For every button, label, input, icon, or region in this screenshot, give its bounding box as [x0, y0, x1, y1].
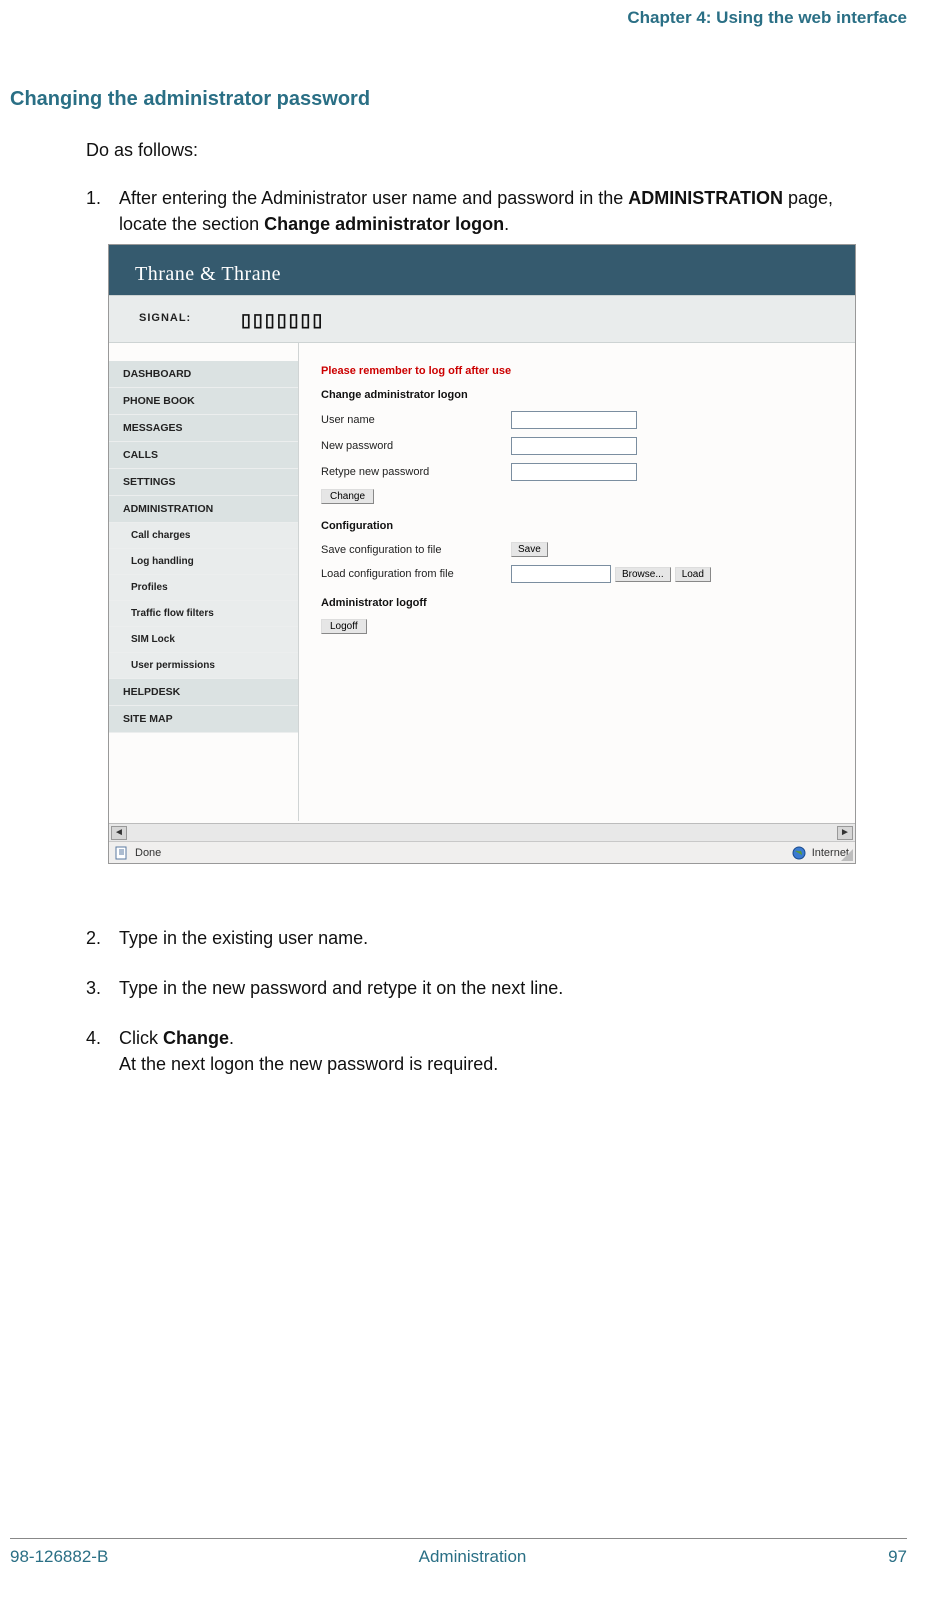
step-3: 3. Type in the new password and retype i…	[86, 976, 879, 1002]
logoff-button[interactable]: Logoff	[321, 619, 367, 634]
sidebar-item-sim-lock[interactable]: SIM Lock	[109, 627, 298, 653]
group-logoff: Administrator logoff	[321, 597, 845, 609]
load-config-label: Load configuration from file	[321, 568, 511, 580]
sidebar-item-dashboard[interactable]: DASHBOARD	[109, 361, 298, 388]
username-input[interactable]	[511, 411, 637, 429]
chapter-header: Chapter 4: Using the web interface	[627, 8, 907, 28]
load-button[interactable]: Load	[675, 567, 711, 582]
signal-band: SIGNAL: ▯▯▯▯▯▯▯	[109, 295, 855, 343]
step-number: 2.	[86, 926, 114, 952]
save-config-label: Save configuration to file	[321, 544, 511, 556]
intro-text: Do as follows:	[86, 140, 198, 161]
status-done: Done	[135, 847, 161, 859]
step-2: 2. Type in the existing user name.	[86, 926, 879, 952]
sidebar-item-phonebook[interactable]: PHONE BOOK	[109, 388, 298, 415]
new-password-input[interactable]	[511, 437, 637, 455]
footer-rule	[10, 1538, 907, 1539]
step-strong: Change	[163, 1028, 229, 1048]
signal-label: SIGNAL:	[139, 312, 191, 324]
scroll-left-icon[interactable]: ◄	[111, 826, 127, 840]
step-4: 4. Click Change. At the next logon the n…	[86, 1026, 879, 1077]
section-title: Changing the administrator password	[10, 88, 370, 111]
app-header: Thrane & Thrane	[109, 245, 855, 295]
sidebar-item-sitemap[interactable]: SITE MAP	[109, 706, 298, 733]
brand-logo: Thrane & Thrane	[135, 263, 281, 286]
step-text: Type in the existing user name.	[119, 926, 879, 952]
step-strong: Change administrator logon	[264, 214, 504, 234]
sidebar-item-profiles[interactable]: Profiles	[109, 575, 298, 601]
screenshot-panel: Thrane & Thrane SIGNAL: ▯▯▯▯▯▯▯ DASHBOAR…	[108, 244, 856, 864]
step-number: 4.	[86, 1026, 114, 1052]
step-number: 3.	[86, 976, 114, 1002]
group-change-logon: Change administrator logon	[321, 389, 845, 401]
username-label: User name	[321, 414, 511, 426]
group-configuration: Configuration	[321, 520, 845, 532]
step-text: At the next logon the new password is re…	[119, 1054, 498, 1074]
sidebar-item-settings[interactable]: SETTINGS	[109, 469, 298, 496]
change-button[interactable]: Change	[321, 489, 374, 504]
step-1: 1. After entering the Administrator user…	[86, 186, 879, 237]
signal-bars-icon: ▯▯▯▯▯▯▯	[241, 310, 324, 331]
page-icon	[115, 846, 129, 860]
step-text: Click	[119, 1028, 163, 1048]
footer-page-number: 97	[888, 1547, 907, 1567]
sidebar: DASHBOARD PHONE BOOK MESSAGES CALLS SETT…	[109, 343, 299, 821]
step-text: Type in the new password and retype it o…	[119, 976, 879, 1002]
globe-icon	[792, 846, 806, 860]
sidebar-item-user-permissions[interactable]: User permissions	[109, 653, 298, 679]
content-pane: Please remember to log off after use Cha…	[299, 343, 855, 821]
sidebar-item-administration[interactable]: ADMINISTRATION	[109, 496, 298, 523]
step-text: .	[229, 1028, 234, 1048]
status-bar: Done Internet	[109, 841, 855, 863]
step-strong: ADMINISTRATION	[628, 188, 783, 208]
sidebar-item-traffic-flow[interactable]: Traffic flow filters	[109, 601, 298, 627]
sidebar-item-calls[interactable]: CALLS	[109, 442, 298, 469]
horizontal-scrollbar[interactable]: ◄ ►	[109, 823, 855, 841]
step-number: 1.	[86, 186, 114, 212]
scroll-right-icon[interactable]: ►	[837, 826, 853, 840]
warning-text: Please remember to log off after use	[321, 365, 845, 377]
step-text: .	[504, 214, 509, 234]
sidebar-item-call-charges[interactable]: Call charges	[109, 523, 298, 549]
step-text: After entering the Administrator user na…	[119, 188, 628, 208]
footer-section-name: Administration	[0, 1547, 945, 1567]
retype-password-label: Retype new password	[321, 466, 511, 478]
resize-grip-icon[interactable]	[839, 847, 854, 862]
retype-password-input[interactable]	[511, 463, 637, 481]
load-config-input[interactable]	[511, 565, 611, 583]
sidebar-item-helpdesk[interactable]: HELPDESK	[109, 679, 298, 706]
sidebar-item-log-handling[interactable]: Log handling	[109, 549, 298, 575]
new-password-label: New password	[321, 440, 511, 452]
sidebar-item-messages[interactable]: MESSAGES	[109, 415, 298, 442]
save-button[interactable]: Save	[511, 542, 548, 557]
browse-button[interactable]: Browse...	[615, 567, 671, 582]
